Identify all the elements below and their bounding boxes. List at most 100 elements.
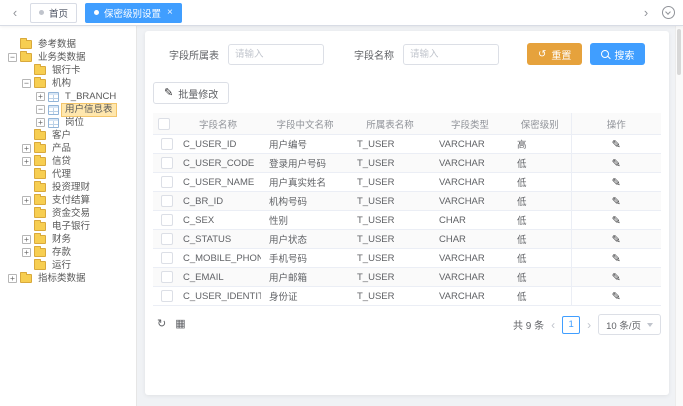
page-number[interactable]: 1	[562, 316, 580, 334]
batch-edit-button[interactable]: ✎ 批量修改	[153, 82, 229, 104]
column-settings-icon[interactable]: ▦	[175, 319, 185, 330]
tabs-scroll-left-icon[interactable]: ‹	[8, 6, 22, 19]
edit-icon[interactable]: ✎	[612, 215, 621, 227]
tree-item-bank-card[interactable]: 银行卡	[6, 64, 136, 77]
col-table-name: 所属表名称	[349, 113, 431, 135]
tree-expand-icon[interactable]	[22, 248, 31, 257]
tab-secrecy-label: 保密级别设置	[104, 6, 161, 20]
table-row: C_USER_ID用户编号 T_USERVARCHAR 高 ✎	[153, 135, 661, 154]
edit-icon[interactable]: ✎	[612, 272, 621, 284]
tree-item-fund-transaction[interactable]: 资金交易	[6, 207, 136, 220]
tab-close-icon[interactable]: ×	[167, 8, 173, 18]
col-operation: 操作	[571, 113, 661, 135]
tree-toggle-icon	[22, 222, 31, 231]
tree-collapse-icon[interactable]	[8, 53, 17, 62]
folder-icon	[34, 131, 46, 140]
row-checkbox[interactable]	[161, 176, 173, 188]
col-field-type: 字段类型	[431, 113, 509, 135]
tree-item-indicator-data[interactable]: 指标类数据	[6, 272, 136, 285]
tree-expand-icon[interactable]	[8, 274, 17, 283]
tree-item-e-banking[interactable]: 电子银行	[6, 220, 136, 233]
tree-expand-icon[interactable]	[22, 157, 31, 166]
tree-item-credit[interactable]: 信贷	[6, 155, 136, 168]
row-checkbox[interactable]	[161, 233, 173, 245]
tree-item-customer[interactable]: 客户	[6, 129, 136, 142]
table-icon	[48, 92, 59, 102]
folder-icon	[34, 183, 46, 192]
folder-icon	[34, 79, 46, 88]
field-table-label: 字段所属表	[169, 47, 219, 62]
chevron-down-icon	[647, 323, 653, 327]
row-checkbox[interactable]	[161, 214, 173, 226]
table-row: C_USER_CODE登录用户号码 T_USERVARCHAR 低 ✎	[153, 154, 661, 173]
edit-icon[interactable]: ✎	[612, 158, 621, 170]
tree-item-organization[interactable]: 机构	[6, 77, 136, 90]
page-size-select[interactable]: 10 条/页	[598, 314, 661, 335]
edit-icon[interactable]: ✎	[612, 234, 621, 246]
tab-home-label: 首页	[49, 6, 68, 20]
tree-item-user-info-table[interactable]: 用户信息表	[6, 103, 136, 116]
edit-icon[interactable]: ✎	[612, 139, 621, 151]
tree-expand-icon[interactable]	[22, 144, 31, 153]
tree-item-agency[interactable]: 代理	[6, 168, 136, 181]
table-row: C_MOBILE_PHONE手机号码 T_USERVARCHAR 低 ✎	[153, 249, 661, 268]
tree-toggle-icon	[8, 40, 17, 49]
edit-icon[interactable]: ✎	[612, 253, 621, 265]
folder-icon	[34, 222, 46, 231]
row-checkbox[interactable]	[161, 252, 173, 264]
scrollbar-thumb[interactable]	[677, 29, 681, 75]
edit-icon: ✎	[164, 88, 173, 99]
tree-item-payment-settlement[interactable]: 支付结算	[6, 194, 136, 207]
next-page-icon[interactable]: ›	[587, 319, 591, 331]
folder-icon	[34, 235, 46, 244]
fields-table: 字段名称 字段中文名称 所属表名称 字段类型 保密级别 操作 C_USER_ID…	[153, 113, 661, 306]
folder-icon	[20, 53, 32, 62]
tabs-scroll-right-icon[interactable]: ›	[639, 6, 653, 19]
tree-expand-icon[interactable]	[36, 118, 45, 127]
tree-item-investment[interactable]: 投资理财	[6, 181, 136, 194]
tree-expand-icon[interactable]	[22, 196, 31, 205]
field-table-input[interactable]	[228, 44, 324, 65]
tab-home[interactable]: 首页	[30, 3, 77, 23]
search-form: 字段所属表 字段名称 ↺ 重置 搜索	[169, 43, 661, 65]
window-scrollbar[interactable]	[675, 26, 683, 406]
tree-expand-icon[interactable]	[22, 235, 31, 244]
col-field-name: 字段名称	[175, 113, 261, 135]
edit-icon[interactable]: ✎	[612, 291, 621, 303]
refresh-icon[interactable]: ↻	[157, 319, 166, 330]
tree-item-position[interactable]: 岗位	[6, 116, 136, 129]
row-checkbox[interactable]	[161, 195, 173, 207]
tree-collapse-icon[interactable]	[36, 105, 45, 114]
edit-icon[interactable]: ✎	[612, 177, 621, 189]
tree-collapse-icon[interactable]	[22, 79, 31, 88]
row-checkbox[interactable]	[161, 290, 173, 302]
tree-item-operation[interactable]: 运行	[6, 259, 136, 272]
search-button[interactable]: 搜索	[590, 43, 645, 65]
col-field-cn-name: 字段中文名称	[261, 113, 349, 135]
field-name-input[interactable]	[403, 44, 499, 65]
tree-expand-icon[interactable]	[36, 92, 45, 101]
tree-item-product[interactable]: 产品	[6, 142, 136, 155]
tree-item-t-branch[interactable]: T_BRANCH	[6, 90, 136, 103]
folder-icon	[34, 196, 46, 205]
tree-item-business-data[interactable]: 业务类数据	[6, 51, 136, 64]
tree-toggle-icon	[22, 209, 31, 218]
tab-secrecy-level-settings[interactable]: 保密级别设置 ×	[85, 3, 182, 23]
tree-item-deposit[interactable]: 存款	[6, 246, 136, 259]
table-row: C_BR_ID机构号码 T_USERVARCHAR 低 ✎	[153, 192, 661, 211]
tree-item-reference-data[interactable]: 参考数据	[6, 38, 136, 51]
total-count: 共 9 条	[513, 317, 544, 332]
folder-icon	[20, 40, 32, 49]
select-all-checkbox[interactable]	[158, 118, 170, 130]
tag-bar: ‹ 首页 保密级别设置 × ›	[0, 0, 683, 26]
row-checkbox[interactable]	[161, 157, 173, 169]
row-checkbox[interactable]	[161, 271, 173, 283]
prev-page-icon[interactable]: ‹	[551, 319, 555, 331]
edit-icon[interactable]: ✎	[612, 196, 621, 208]
tab-options-icon[interactable]	[662, 6, 675, 19]
tree-item-finance[interactable]: 财务	[6, 233, 136, 246]
table-row: C_SEX性别 T_USERCHAR 低 ✎	[153, 211, 661, 230]
reset-button[interactable]: ↺ 重置	[527, 43, 582, 65]
row-checkbox[interactable]	[161, 138, 173, 150]
search-icon	[601, 50, 609, 58]
